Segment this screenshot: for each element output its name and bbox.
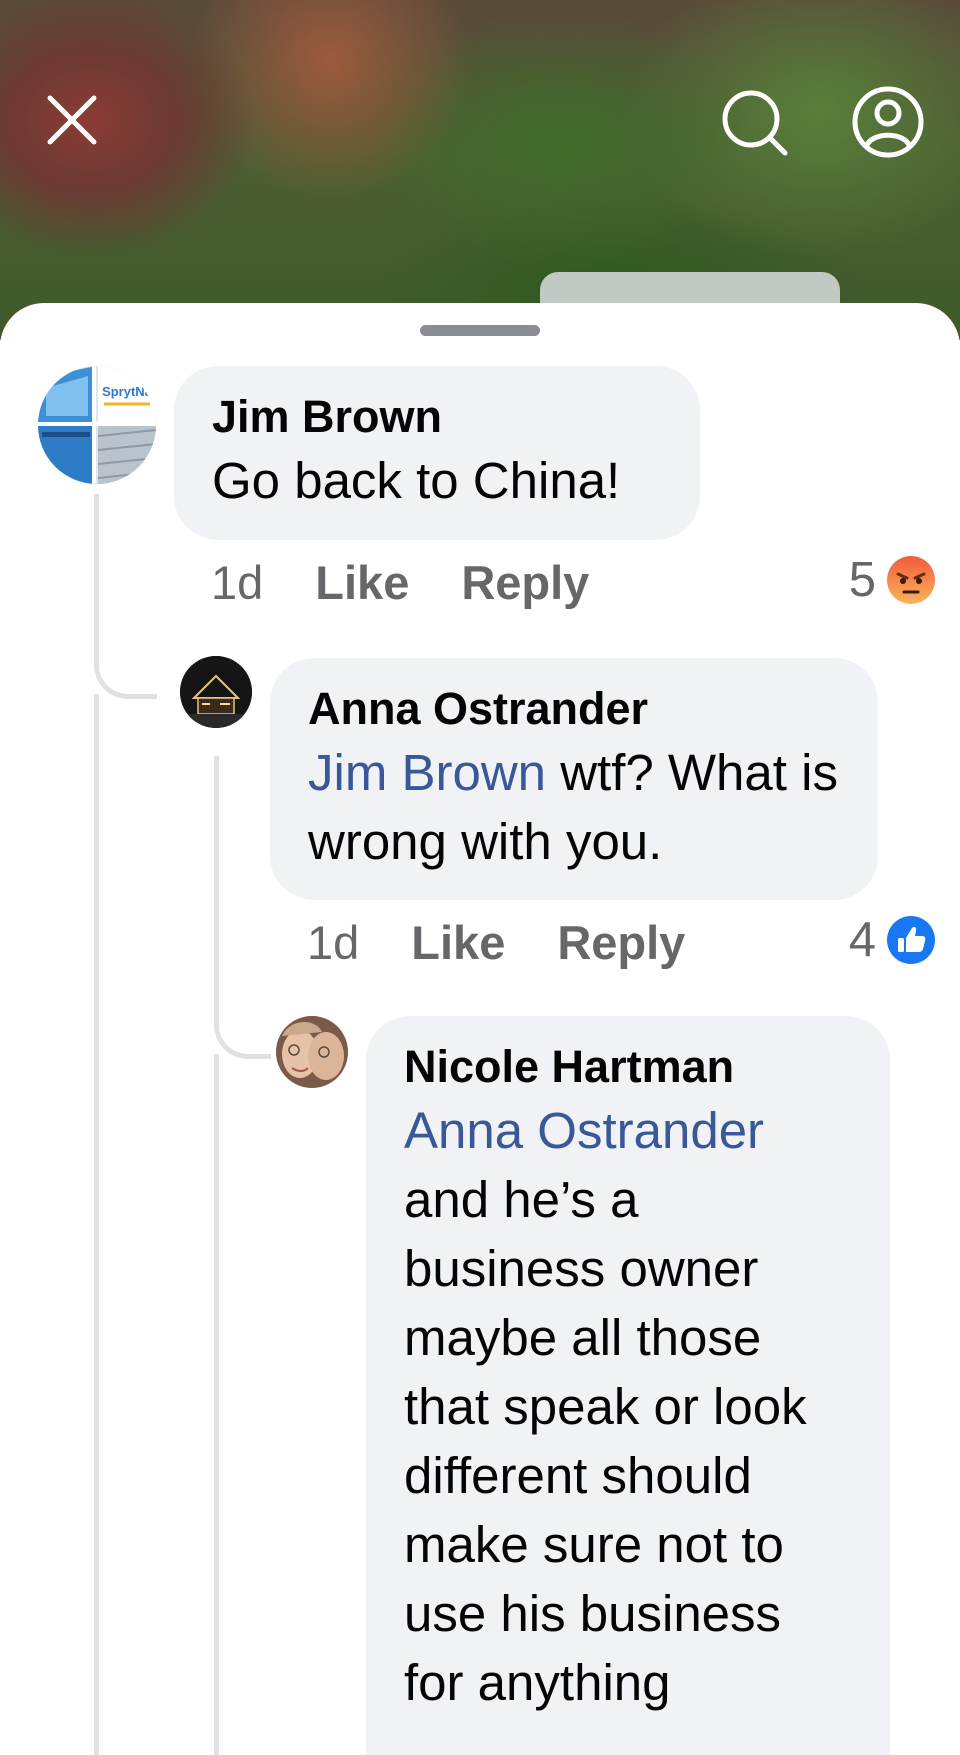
comment-bubble: Nicole Hartman Anna Ostrander and he’s a … [366,1016,890,1755]
thread-line [94,694,99,1755]
comment-author[interactable]: Anna Ostrander [308,680,840,738]
comment-author[interactable]: Jim Brown [212,388,662,446]
avatar[interactable] [180,656,252,728]
search-icon [722,90,788,156]
comment-bubble: Anna Ostrander Jim Brown wtf? What is wr… [270,658,878,900]
comment-text: Anna Ostrander and he’s a business owner … [404,1096,852,1717]
reaction-summary[interactable]: 4 [849,910,936,970]
thread-line [214,1054,219,1755]
comment-bubble: Jim Brown Go back to China! [174,366,700,540]
comment-timestamp[interactable]: 1d [307,915,359,970]
avatar-image: SprytNa [38,366,156,484]
sheet-drag-handle[interactable] [420,325,540,336]
comment-text: Jim Brown wtf? What is wrong with you. [308,738,840,876]
avatar-image [180,656,252,728]
avatar[interactable]: SprytNa [38,366,156,484]
comment-timestamp[interactable]: 1d [211,555,263,610]
thread-line [94,494,157,699]
comment-text-body: and he’s a business owner maybe all thos… [404,1171,807,1711]
mention-link[interactable]: Jim Brown [308,744,546,801]
comment-actions: 1d Like Reply [307,912,737,972]
reaction-summary[interactable]: 5 [849,550,936,610]
profile-button[interactable] [846,80,930,164]
comment-author[interactable]: Nicole Hartman [404,1038,852,1096]
profile-icon [852,86,924,158]
avatar[interactable] [276,1016,348,1088]
reaction-count: 4 [848,913,876,967]
avatar-image [276,1016,348,1088]
thread-line [214,756,271,1059]
like-button[interactable]: Like [315,555,409,610]
close-button[interactable] [36,84,108,156]
video-background [0,0,960,340]
mention-link[interactable]: Anna Ostrander [404,1096,852,1165]
reaction-count: 5 [848,553,876,607]
reply-button[interactable]: Reply [557,915,685,970]
close-icon [47,95,97,145]
reply-button[interactable]: Reply [461,555,589,610]
like-button[interactable]: Like [411,915,505,970]
like-reaction-icon [887,916,935,964]
search-button[interactable] [716,84,796,164]
comment-text: Go back to China! [212,446,662,515]
angry-reaction-icon [887,556,935,604]
comment-actions: 1d Like Reply [211,552,641,612]
comment-text-body: Go back to China! [212,452,621,509]
